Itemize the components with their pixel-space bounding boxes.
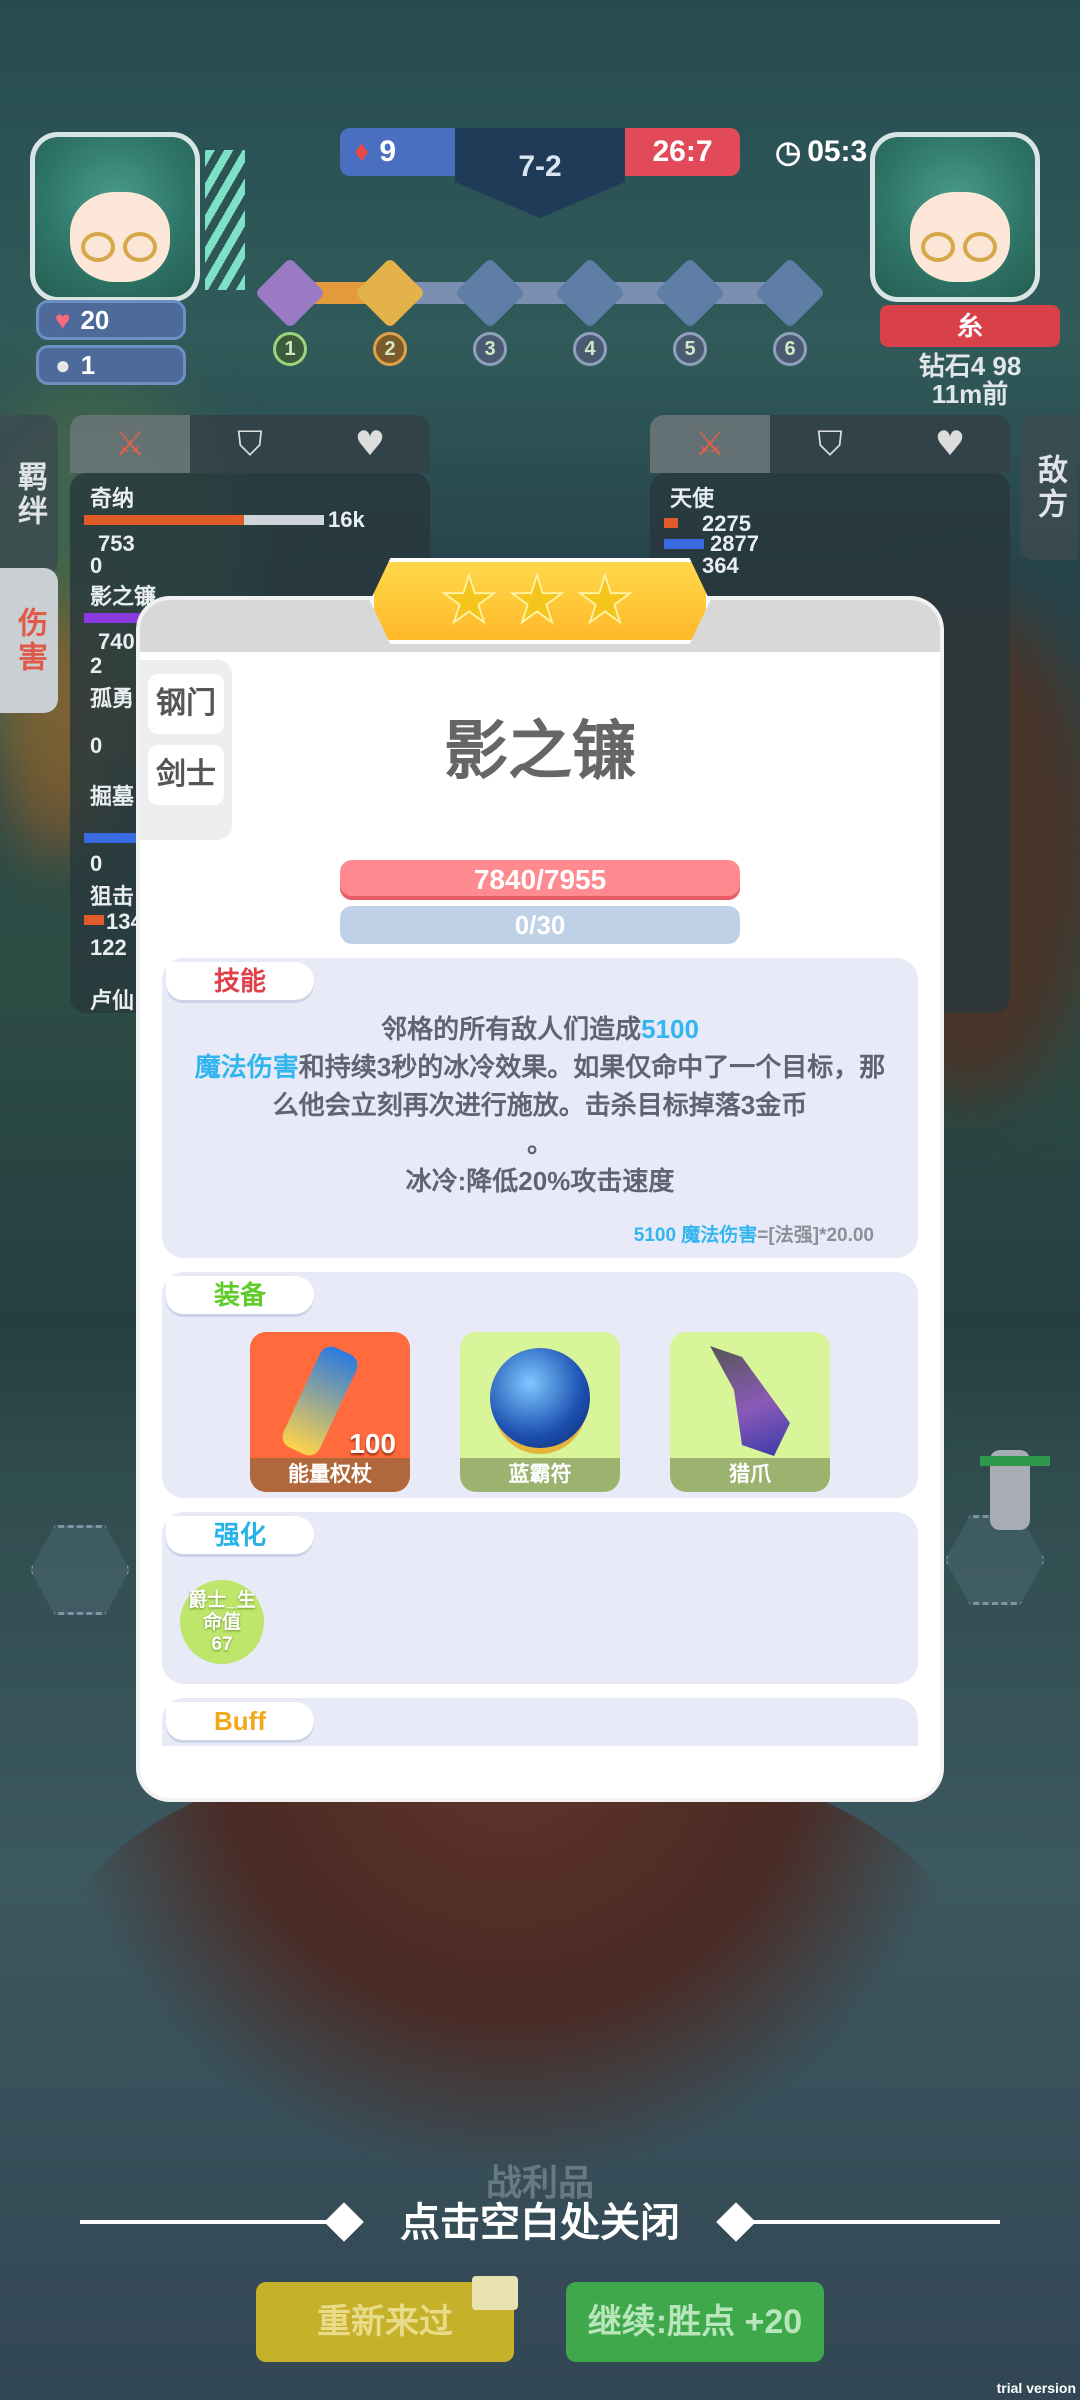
enemy-score: 26:7 <box>625 128 740 176</box>
equipment-item-scepter[interactable]: 100 能量权杖 <box>250 1332 410 1492</box>
equipment-item-claw[interactable]: 猎爪 <box>670 1332 830 1492</box>
skill-formula: 5100 魔法伤害=[法强]*20.00 <box>633 1225 874 1246</box>
orb-icon <box>490 1348 590 1448</box>
damage-bar <box>664 539 704 549</box>
skill-damage-type: 魔法伤害 <box>194 1052 299 1082</box>
unit-name-title: 影之镰 <box>444 715 636 787</box>
unit-detail-modal: 钢门 剑士 影之镰 7840/7955 0/30 技能 邻格的所有敌人们造成51… <box>140 558 940 1798</box>
opponent-avatar[interactable] <box>870 132 1040 302</box>
hp-bar: 7840/7955 <box>340 860 740 900</box>
round-number: 6 <box>773 332 807 366</box>
buff-section: Buff <box>162 1698 918 1746</box>
unit-name: 掘墓 <box>90 784 135 809</box>
skill-section: 技能 邻格的所有敌人们造成5100 魔法伤害和持续3秒的冰冷效果。如果仅命中了一… <box>162 958 918 1258</box>
damage-bar <box>84 915 104 925</box>
equipment-label: 装备 <box>166 1276 314 1314</box>
mana-bar: 0/30 <box>340 906 740 944</box>
close-hint[interactable]: 点击空白处关闭 <box>0 2190 1080 2248</box>
retry-button[interactable]: 重新来过 <box>256 2276 518 2362</box>
shield-icon[interactable]: ⛉ <box>770 415 890 473</box>
trial-watermark: trial version <box>996 2380 1076 2396</box>
skill-label: 技能 <box>166 962 314 1000</box>
damage-bar <box>664 518 678 528</box>
star-icon <box>441 572 497 625</box>
skill-description: 邻格的所有敌人们造成5100 魔法伤害和持续3秒的冰冷效果。如果仅命中了一个目标… <box>194 1014 886 1196</box>
video-ad-icon <box>472 2276 518 2310</box>
shield-icon[interactable]: ⛉ <box>190 415 310 473</box>
unit-name: 天使 <box>670 486 715 511</box>
coin-icon: ● <box>55 349 71 380</box>
round-number: 5 <box>673 332 707 366</box>
opponent-info: 钻石4 98 11m前 <box>918 351 1022 409</box>
tab-damage[interactable]: 伤害 <box>0 568 58 713</box>
damage-bar <box>84 515 244 525</box>
round-number: 4 <box>573 332 607 366</box>
divider-right <box>745 2220 1000 2224</box>
heart-icon: ♥ <box>55 304 71 335</box>
enhance-label: 强化 <box>166 1516 314 1554</box>
continue-button[interactable]: 继续:胜点 +20 <box>566 2282 824 2362</box>
clock-icon: ◷ <box>775 135 802 169</box>
tab-enemy[interactable]: 敌方 <box>1020 415 1078 560</box>
equipment-item-orb[interactable]: 蓝霸符 <box>460 1332 620 1492</box>
unit-name: 卢仙 <box>90 988 135 1013</box>
opponent-name-tag: 糸 <box>880 305 1060 347</box>
enhance-bubble[interactable]: 爵士_生 命值 67 <box>180 1580 264 1664</box>
buff-label: Buff <box>166 1702 314 1740</box>
heart-icon[interactable]: ♥ <box>310 415 430 473</box>
heart-icon[interactable]: ♥ <box>890 415 1010 473</box>
damage-bar <box>84 613 144 623</box>
sword-icon[interactable]: ⚔ <box>70 415 190 473</box>
flame-icon: ♦ <box>354 135 370 168</box>
round-number: 3 <box>473 332 507 366</box>
player-avatar[interactable] <box>30 132 200 302</box>
round-number: 1 <box>273 332 307 366</box>
claw-icon <box>710 1346 790 1456</box>
star-rating-banner <box>370 558 710 644</box>
enemy-damage-type-tabs: ⚔ ⛉ ♥ <box>650 415 1010 473</box>
unit-name: 影之镰 <box>90 584 157 609</box>
equipment-section: 装备 100 能量权杖 蓝霸符 猎爪 <box>162 1272 918 1498</box>
unit-name: 狙击 <box>90 884 135 909</box>
enhance-section: 强化 爵士_生 命值 67 <box>162 1512 918 1684</box>
unit-name: 孤勇 <box>90 686 135 711</box>
player-health-pill: ♥ 20 <box>36 300 186 340</box>
player-coins-pill: ● 1 <box>36 345 186 385</box>
unit-name: 奇纳 <box>90 486 135 511</box>
star-icon <box>509 572 565 625</box>
sword-icon[interactable]: ⚔ <box>650 415 770 473</box>
damage-bar-track <box>244 515 324 525</box>
star-icon <box>577 572 633 625</box>
skill-damage-value: 5100 <box>641 1014 699 1044</box>
damage-type-tabs: ⚔ ⛉ ♥ <box>70 415 430 473</box>
damage-bar <box>84 833 144 843</box>
experience-gauge <box>205 150 245 290</box>
tab-synergy[interactable]: 羁绊 <box>0 415 58 575</box>
ally-score: ♦ 9 <box>340 128 455 176</box>
round-number: 2 <box>373 332 407 366</box>
